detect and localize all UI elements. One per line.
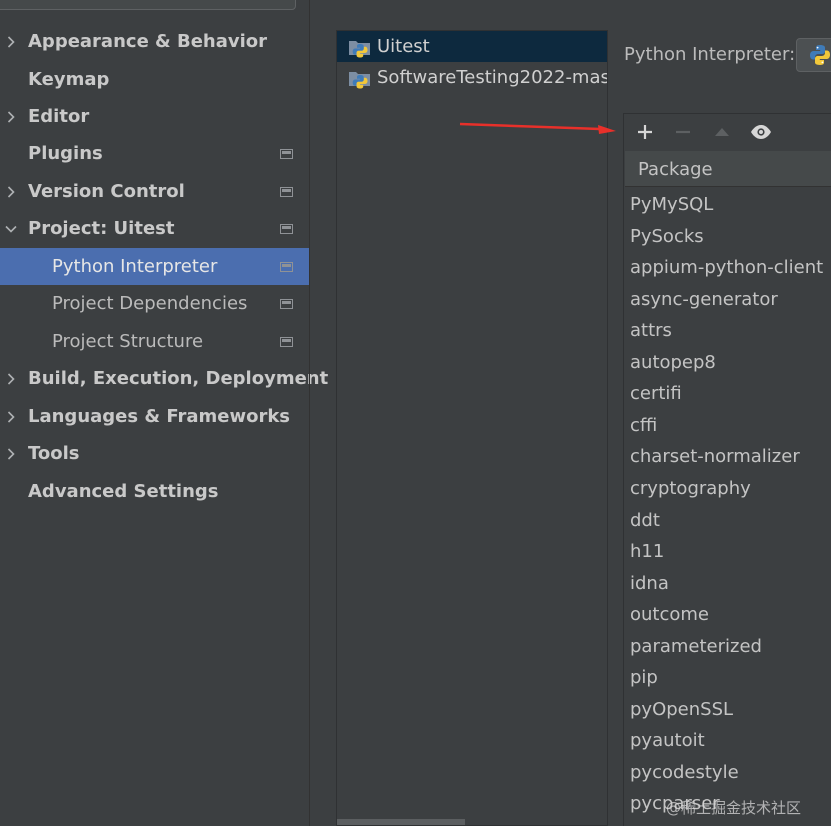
- package-row[interactable]: h11: [630, 541, 664, 572]
- sidebar-item-label: Keymap: [28, 69, 110, 90]
- sidebar-item-label: Build, Execution, Deployment: [28, 368, 329, 389]
- sidebar-item-label: Advanced Settings: [28, 481, 219, 502]
- package-column-label: Package: [638, 159, 713, 180]
- package-row[interactable]: attrs: [630, 320, 672, 351]
- install-package-button[interactable]: [633, 120, 657, 144]
- uninstall-package-button[interactable]: [671, 120, 695, 144]
- show-early-releases-button[interactable]: [749, 120, 773, 144]
- project-list: Uitest SoftwareTesting2022-mast: [336, 30, 608, 826]
- package-row[interactable]: cryptography: [630, 478, 751, 509]
- sidebar-item-appearance-behavior[interactable]: Appearance & Behavior: [0, 23, 309, 60]
- sidebar-item-label: Project: Uitest: [28, 218, 175, 239]
- up-arrow-icon: [715, 128, 729, 136]
- sidebar-item-label: Languages & Frameworks: [28, 406, 291, 427]
- sidebar-item-project-structure[interactable]: Project Structure: [0, 323, 309, 360]
- settings-tree: Appearance & Behavior Keymap Editor Plugins…: [0, 0, 328, 826]
- watermark-text: @稀土掘金技术社区: [666, 799, 802, 817]
- sidebar-item-python-interpreter[interactable]: Python Interpreter: [0, 248, 309, 285]
- upgrade-package-button[interactable]: [710, 120, 734, 144]
- sidebar-item-label: Plugins: [28, 143, 103, 164]
- project-item[interactable]: Uitest: [337, 31, 607, 62]
- sidebar-item-advanced-settings[interactable]: Advanced Settings: [0, 473, 309, 510]
- settings-search-input[interactable]: [0, 0, 296, 10]
- package-row[interactable]: cffi: [630, 415, 657, 446]
- chevron-right-icon[interactable]: [5, 372, 17, 385]
- minus-icon: [676, 130, 690, 134]
- package-row[interactable]: certifi: [630, 383, 682, 414]
- package-row[interactable]: async-generator: [630, 289, 778, 320]
- sidebar-item-project-uitest[interactable]: Project: Uitest: [0, 210, 309, 247]
- project-item-label: SoftwareTesting2022-mast: [377, 67, 608, 88]
- chevron-right-icon[interactable]: [5, 35, 17, 48]
- chevron-right-icon[interactable]: [5, 110, 17, 123]
- sidebar-item-label: Tools: [28, 443, 80, 464]
- horizontal-scrollbar[interactable]: [337, 819, 465, 825]
- package-row[interactable]: charset-normalizer: [630, 446, 800, 477]
- sidebar-item-project-dependencies[interactable]: Project Dependencies: [0, 285, 309, 322]
- sidebar-item-version-control[interactable]: Version Control: [0, 173, 309, 210]
- sidebar-item-label: Appearance & Behavior: [28, 31, 268, 52]
- project-item-label: Uitest: [377, 36, 430, 57]
- project-item[interactable]: SoftwareTesting2022-mast: [337, 62, 608, 93]
- chevron-down-icon[interactable]: [5, 223, 17, 235]
- sidebar-item-plugins[interactable]: Plugins: [0, 135, 309, 172]
- packages-toolbar: [624, 114, 831, 150]
- python-folder-icon: [349, 41, 370, 58]
- sidebar-item-keymap[interactable]: Keymap: [0, 61, 309, 98]
- project-scope-icon: [280, 261, 293, 272]
- package-row[interactable]: pyautoit: [630, 730, 705, 761]
- package-row[interactable]: PyMySQL: [630, 194, 713, 225]
- chevron-right-icon[interactable]: [5, 185, 17, 198]
- chevron-right-icon[interactable]: [5, 447, 17, 460]
- sidebar-item-label: Project Structure: [52, 331, 204, 352]
- sidebar-item-tools[interactable]: Tools: [0, 435, 309, 472]
- plus-icon: [638, 125, 652, 139]
- package-row[interactable]: autopep8: [630, 352, 716, 383]
- package-row[interactable]: appium-python-client: [630, 257, 823, 288]
- python-folder-icon: [349, 72, 370, 89]
- sidebar-item-editor[interactable]: Editor: [0, 98, 309, 135]
- sidebar-item-build-execution-deployment[interactable]: Build, Execution, Deployment: [0, 360, 328, 397]
- eye-icon: [751, 125, 771, 139]
- sidebar-item-label: Project Dependencies: [52, 293, 248, 314]
- package-row[interactable]: pycodestyle: [630, 762, 739, 793]
- packages-panel: Package PyMySQL PySocks appium-python-clie…: [623, 113, 831, 826]
- chevron-right-icon[interactable]: [5, 410, 17, 423]
- panel-divider[interactable]: [309, 0, 310, 826]
- project-scope-icon: [280, 223, 293, 234]
- project-scope-icon: [280, 298, 293, 309]
- package-row[interactable]: pip: [630, 667, 658, 698]
- package-column-header[interactable]: Package: [625, 151, 831, 187]
- project-scope-icon: [280, 186, 293, 197]
- sidebar-item-label: Python Interpreter: [52, 256, 218, 277]
- python-icon: [810, 45, 830, 65]
- package-row[interactable]: outcome: [630, 604, 709, 635]
- sidebar-item-languages-frameworks[interactable]: Languages & Frameworks: [0, 398, 309, 435]
- project-scope-icon: [280, 148, 293, 159]
- package-row[interactable]: parameterized: [630, 636, 762, 667]
- package-row[interactable]: pyOpenSSL: [630, 699, 733, 730]
- sidebar-item-label: Editor: [28, 106, 90, 127]
- package-row[interactable]: idna: [630, 573, 669, 604]
- project-scope-icon: [280, 336, 293, 347]
- python-interpreter-label: Python Interpreter:: [624, 44, 796, 65]
- package-row[interactable]: ddt: [630, 510, 660, 541]
- package-row[interactable]: PySocks: [630, 226, 704, 257]
- sidebar-item-label: Version Control: [28, 181, 185, 202]
